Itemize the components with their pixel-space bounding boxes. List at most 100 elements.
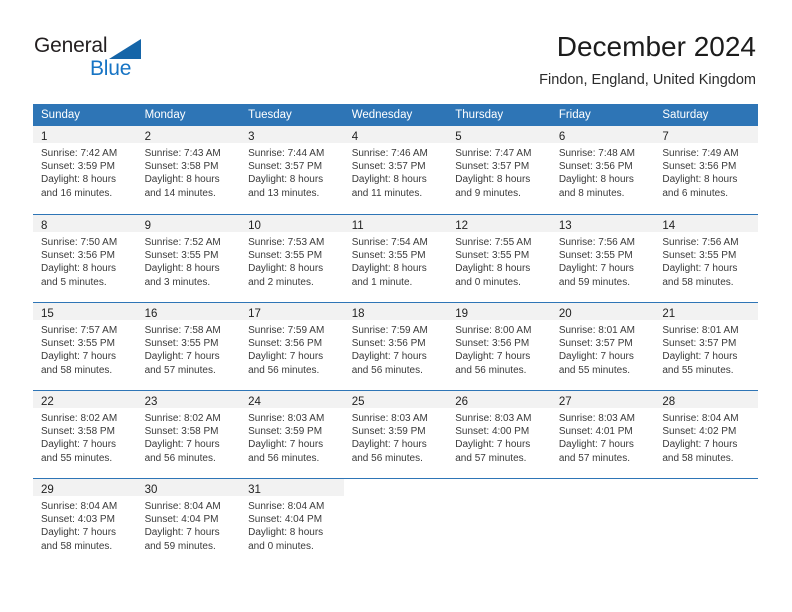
daylight-text-line1: Daylight: 7 hours <box>41 439 117 451</box>
table-cell[interactable]: 23 Sunrise: 8:02 AM Sunset: 3:58 PM Dayl… <box>136 390 241 478</box>
day-cell-31[interactable]: 31 Sunrise: 8:04 AM Sunset: 4:04 PM Dayl… <box>240 478 344 566</box>
daylight-text-line2: and 57 minutes. <box>455 452 527 464</box>
date-number: 22 <box>41 396 54 408</box>
date-number-band: 5 <box>447 126 551 143</box>
daylight-text-line1: Daylight: 8 hours <box>144 263 220 275</box>
date-number-band: 26 <box>447 391 551 408</box>
table-cell[interactable]: 7 Sunrise: 7:49 AM Sunset: 3:56 PM Dayli… <box>654 126 758 214</box>
date-number: 31 <box>248 484 261 496</box>
table-cell[interactable]: 20 Sunrise: 8:01 AM Sunset: 3:57 PM Dayl… <box>550 302 655 390</box>
day-cell-8[interactable]: 8 Sunrise: 7:50 AM Sunset: 3:56 PM Dayli… <box>33 214 137 302</box>
table-cell[interactable]: 27 Sunrise: 8:03 AM Sunset: 4:01 PM Dayl… <box>550 390 655 478</box>
table-cell[interactable]: 14 Sunrise: 7:56 AM Sunset: 3:55 PM Dayl… <box>654 214 758 302</box>
day-cell-17[interactable]: 17 Sunrise: 7:59 AM Sunset: 3:56 PM Dayl… <box>240 302 344 390</box>
table-cell[interactable]: 17 Sunrise: 7:59 AM Sunset: 3:56 PM Dayl… <box>240 302 344 390</box>
day-cell-21[interactable]: 21 Sunrise: 8:01 AM Sunset: 3:57 PM Dayl… <box>654 302 758 390</box>
date-number: 29 <box>41 484 54 496</box>
table-cell[interactable]: 11 Sunrise: 7:54 AM Sunset: 3:55 PM Dayl… <box>343 214 448 302</box>
day-cell-15[interactable]: 15 Sunrise: 7:57 AM Sunset: 3:55 PM Dayl… <box>33 302 137 390</box>
sunset-text: Sunset: 3:55 PM <box>144 338 219 350</box>
table-cell[interactable]: 6 Sunrise: 7:48 AM Sunset: 3:56 PM Dayli… <box>550 126 655 214</box>
day-details: Sunrise: 7:49 AM Sunset: 3:56 PM Dayligh… <box>654 143 758 200</box>
table-cell[interactable]: 5 Sunrise: 7:47 AM Sunset: 3:57 PM Dayli… <box>447 126 551 214</box>
daylight-text-line2: and 56 minutes. <box>351 452 423 464</box>
sunset-text: Sunset: 3:58 PM <box>41 426 115 438</box>
day-cell-6[interactable]: 6 Sunrise: 7:48 AM Sunset: 3:56 PM Dayli… <box>550 126 655 214</box>
table-cell[interactable]: 15 Sunrise: 7:57 AM Sunset: 3:55 PM Dayl… <box>33 302 137 390</box>
table-cell[interactable]: 18 Sunrise: 7:59 AM Sunset: 3:56 PM Dayl… <box>343 302 448 390</box>
day-cell-10[interactable]: 10 Sunrise: 7:53 AM Sunset: 3:55 PM Dayl… <box>240 214 344 302</box>
date-number: 15 <box>41 308 54 320</box>
blue-triangle-icon <box>109 39 141 59</box>
table-cell[interactable]: 25 Sunrise: 8:03 AM Sunset: 3:59 PM Dayl… <box>343 390 448 478</box>
day-cell-5[interactable]: 5 Sunrise: 7:47 AM Sunset: 3:57 PM Dayli… <box>447 126 551 214</box>
day-cell-9[interactable]: 9 Sunrise: 7:52 AM Sunset: 3:55 PM Dayli… <box>136 214 241 302</box>
day-cell-1[interactable]: 1 Sunrise: 7:42 AM Sunset: 3:59 PM Dayli… <box>33 126 137 214</box>
weekday-header-thursday: Thursday <box>447 104 551 126</box>
day-details: Sunrise: 8:01 AM Sunset: 3:57 PM Dayligh… <box>551 320 655 377</box>
daylight-text-line1: Daylight: 7 hours <box>662 263 738 275</box>
day-cell-19[interactable]: 19 Sunrise: 8:00 AM Sunset: 3:56 PM Dayl… <box>447 302 551 390</box>
table-cell[interactable]: 4 Sunrise: 7:46 AM Sunset: 3:57 PM Dayli… <box>343 126 448 214</box>
date-number-band: 21 <box>654 303 758 320</box>
sunrise-text: Sunrise: 7:59 AM <box>351 325 428 336</box>
table-cell[interactable]: 31 Sunrise: 8:04 AM Sunset: 4:04 PM Dayl… <box>240 478 344 566</box>
table-cell[interactable]: 3 Sunrise: 7:44 AM Sunset: 3:57 PM Dayli… <box>240 126 344 214</box>
table-cell[interactable]: 26 Sunrise: 8:03 AM Sunset: 4:00 PM Dayl… <box>447 390 551 478</box>
general-blue-logo[interactable]: General Blue <box>34 34 234 86</box>
weekday-header-sunday: Sunday <box>33 104 137 126</box>
table-cell[interactable]: 10 Sunrise: 7:53 AM Sunset: 3:55 PM Dayl… <box>240 214 344 302</box>
date-number-band: 24 <box>240 391 344 408</box>
day-cell-29[interactable]: 29 Sunrise: 8:04 AM Sunset: 4:03 PM Dayl… <box>33 478 137 566</box>
day-cell-27[interactable]: 27 Sunrise: 8:03 AM Sunset: 4:01 PM Dayl… <box>550 390 655 478</box>
sunset-text: Sunset: 3:57 PM <box>558 338 633 350</box>
day-cell-13[interactable]: 13 Sunrise: 7:56 AM Sunset: 3:55 PM Dayl… <box>550 214 655 302</box>
day-cell-4[interactable]: 4 Sunrise: 7:46 AM Sunset: 3:57 PM Dayli… <box>343 126 448 214</box>
table-cell[interactable]: 24 Sunrise: 8:03 AM Sunset: 3:59 PM Dayl… <box>240 390 344 478</box>
sunrise-text: Sunrise: 7:56 AM <box>662 237 739 248</box>
day-details: Sunrise: 7:57 AM Sunset: 3:55 PM Dayligh… <box>33 320 137 377</box>
table-cell[interactable]: 16 Sunrise: 7:58 AM Sunset: 3:55 PM Dayl… <box>136 302 241 390</box>
daylight-text-line2: and 6 minutes. <box>662 187 728 199</box>
table-cell[interactable]: 29 Sunrise: 8:04 AM Sunset: 4:03 PM Dayl… <box>33 478 137 566</box>
weekday-header-monday: Monday <box>136 104 241 126</box>
table-cell[interactable]: 8 Sunrise: 7:50 AM Sunset: 3:56 PM Dayli… <box>33 214 137 302</box>
day-cell-3[interactable]: 3 Sunrise: 7:44 AM Sunset: 3:57 PM Dayli… <box>240 126 344 214</box>
day-cell-16[interactable]: 16 Sunrise: 7:58 AM Sunset: 3:55 PM Dayl… <box>136 302 241 390</box>
day-cell-11[interactable]: 11 Sunrise: 7:54 AM Sunset: 3:55 PM Dayl… <box>343 214 448 302</box>
table-cell[interactable]: 21 Sunrise: 8:01 AM Sunset: 3:57 PM Dayl… <box>654 302 758 390</box>
table-cell[interactable]: 1 Sunrise: 7:42 AM Sunset: 3:59 PM Dayli… <box>33 126 137 214</box>
table-cell[interactable]: 9 Sunrise: 7:52 AM Sunset: 3:55 PM Dayli… <box>136 214 241 302</box>
date-number-band: 9 <box>136 215 241 232</box>
day-cell-12[interactable]: 12 Sunrise: 7:55 AM Sunset: 3:55 PM Dayl… <box>447 214 551 302</box>
day-cell-20[interactable]: 20 Sunrise: 8:01 AM Sunset: 3:57 PM Dayl… <box>550 302 655 390</box>
day-cell-22[interactable]: 22 Sunrise: 8:02 AM Sunset: 3:58 PM Dayl… <box>33 390 137 478</box>
day-cell-7[interactable]: 7 Sunrise: 7:49 AM Sunset: 3:56 PM Dayli… <box>654 126 758 214</box>
sunrise-text: Sunrise: 7:52 AM <box>144 237 221 248</box>
table-cell[interactable]: 13 Sunrise: 7:56 AM Sunset: 3:55 PM Dayl… <box>550 214 655 302</box>
table-cell[interactable]: 12 Sunrise: 7:55 AM Sunset: 3:55 PM Dayl… <box>447 214 551 302</box>
table-cell[interactable]: 19 Sunrise: 8:00 AM Sunset: 3:56 PM Dayl… <box>447 302 551 390</box>
day-cell-25[interactable]: 25 Sunrise: 8:03 AM Sunset: 3:59 PM Dayl… <box>343 390 448 478</box>
day-cell-28[interactable]: 28 Sunrise: 8:04 AM Sunset: 4:02 PM Dayl… <box>654 390 758 478</box>
daylight-text-line2: and 0 minutes. <box>248 540 314 552</box>
daylight-text-line2: and 3 minutes. <box>144 276 211 288</box>
date-number-band: 8 <box>33 215 137 232</box>
day-cell-30[interactable]: 30 Sunrise: 8:04 AM Sunset: 4:04 PM Dayl… <box>136 478 241 566</box>
day-cell-24[interactable]: 24 Sunrise: 8:03 AM Sunset: 3:59 PM Dayl… <box>240 390 344 478</box>
date-number: 4 <box>351 131 359 143</box>
day-cell-2[interactable]: 2 Sunrise: 7:43 AM Sunset: 3:58 PM Dayli… <box>136 126 241 214</box>
table-cell[interactable]: 2 Sunrise: 7:43 AM Sunset: 3:58 PM Dayli… <box>136 126 241 214</box>
sunrise-sunset-calendar-table: Sunday Monday Tuesday Wednesday Thursday… <box>33 104 758 566</box>
day-cell-18[interactable]: 18 Sunrise: 7:59 AM Sunset: 3:56 PM Dayl… <box>343 302 448 390</box>
day-cell-26[interactable]: 26 Sunrise: 8:03 AM Sunset: 4:00 PM Dayl… <box>447 390 551 478</box>
table-cell[interactable]: 28 Sunrise: 8:04 AM Sunset: 4:02 PM Dayl… <box>654 390 758 478</box>
table-cell[interactable]: 22 Sunrise: 8:02 AM Sunset: 3:58 PM Dayl… <box>33 390 137 478</box>
table-cell[interactable]: 30 Sunrise: 8:04 AM Sunset: 4:04 PM Dayl… <box>136 478 241 566</box>
day-cell-14[interactable]: 14 Sunrise: 7:56 AM Sunset: 3:55 PM Dayl… <box>654 214 758 302</box>
sunset-text: Sunset: 4:00 PM <box>455 426 530 438</box>
daylight-text-line1: Daylight: 7 hours <box>248 439 324 451</box>
day-cell-23[interactable]: 23 Sunrise: 8:02 AM Sunset: 3:58 PM Dayl… <box>136 390 241 478</box>
date-number-band <box>344 479 448 496</box>
sunrise-text: Sunrise: 8:03 AM <box>455 413 532 424</box>
